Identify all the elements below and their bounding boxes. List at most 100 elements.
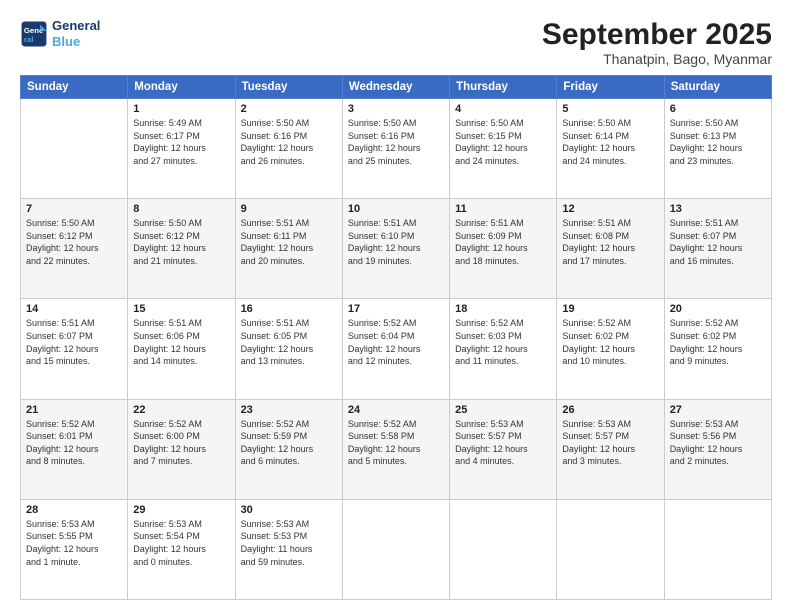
calendar-cell: 29Sunrise: 5:53 AM Sunset: 5:54 PM Dayli…: [128, 499, 235, 599]
cell-info: Sunrise: 5:53 AM Sunset: 5:53 PM Dayligh…: [241, 518, 337, 568]
calendar-cell: 3 Sunrise: 5:50 AM Sunset: 6:16 PM Daylig…: [342, 99, 449, 199]
cell-info: Sunrise: 5:52 AM Sunset: 6:02 PM Dayligh…: [562, 317, 658, 367]
logo-icon: Gene ral: [20, 20, 48, 48]
weekday-header-friday: Friday: [557, 76, 664, 99]
cell-info: Sunrise: 5:50 AM Sunset: 6:15 PM Dayligh…: [455, 117, 551, 167]
day-number: 27: [670, 404, 766, 416]
day-number: 24: [348, 404, 444, 416]
calendar-cell: [557, 499, 664, 599]
cell-info: Sunrise: 5:50 AM Sunset: 6:16 PM Dayligh…: [241, 117, 337, 167]
calendar-cell: 21 Sunrise: 5:52 AM Sunset: 6:01 PM Dayli…: [21, 399, 128, 499]
cell-info: Sunrise: 5:50 AM Sunset: 6:12 PM Dayligh…: [133, 217, 229, 267]
calendar-cell: [342, 499, 449, 599]
main-title: September 2025: [542, 18, 772, 51]
calendar-cell: 13 Sunrise: 5:51 AM Sunset: 6:07 PM Dayli…: [664, 199, 771, 299]
cell-info: Sunrise: 5:50 AM Sunset: 6:16 PM Dayligh…: [348, 117, 444, 167]
cell-info: Sunrise: 5:53 AM Sunset: 5:57 PM Dayligh…: [455, 418, 551, 468]
calendar-cell: 24 Sunrise: 5:52 AM Sunset: 5:58 PM Dayli…: [342, 399, 449, 499]
day-number: 19: [562, 303, 658, 315]
calendar-cell: 8 Sunrise: 5:50 AM Sunset: 6:12 PM Daylig…: [128, 199, 235, 299]
weekday-header-saturday: Saturday: [664, 76, 771, 99]
cell-info: Sunrise: 5:52 AM Sunset: 6:00 PM Dayligh…: [133, 418, 229, 468]
calendar: SundayMondayTuesdayWednesdayThursdayFrid…: [20, 75, 772, 600]
calendar-cell: 17Sunrise: 5:52 AM Sunset: 6:04 PM Dayli…: [342, 299, 449, 399]
day-number: 25: [455, 404, 551, 416]
weekday-header-monday: Monday: [128, 76, 235, 99]
calendar-cell: [450, 499, 557, 599]
cell-info: Sunrise: 5:51 AM Sunset: 6:10 PM Dayligh…: [348, 217, 444, 267]
calendar-cell: 20 Sunrise: 5:52 AM Sunset: 6:02 PM Dayli…: [664, 299, 771, 399]
logo: Gene ral General Blue: [20, 18, 100, 49]
day-number: 14: [26, 303, 122, 315]
week-row-2: 14 Sunrise: 5:51 AM Sunset: 6:07 PM Dayli…: [21, 299, 772, 399]
day-number: 5: [562, 103, 658, 115]
calendar-cell: 7 Sunrise: 5:50 AM Sunset: 6:12 PM Daylig…: [21, 199, 128, 299]
cell-info: Sunrise: 5:50 AM Sunset: 6:13 PM Dayligh…: [670, 117, 766, 167]
cell-info: Sunrise: 5:52 AM Sunset: 6:04 PM Dayligh…: [348, 317, 444, 367]
calendar-cell: 18 Sunrise: 5:52 AM Sunset: 6:03 PM Dayli…: [450, 299, 557, 399]
day-number: 12: [562, 203, 658, 215]
day-number: 10: [348, 203, 444, 215]
week-row-1: 7 Sunrise: 5:50 AM Sunset: 6:12 PM Daylig…: [21, 199, 772, 299]
calendar-cell: 26 Sunrise: 5:53 AM Sunset: 5:57 PM Dayli…: [557, 399, 664, 499]
day-number: 23: [241, 404, 337, 416]
day-number: 13: [670, 203, 766, 215]
calendar-cell: [664, 499, 771, 599]
week-row-3: 21 Sunrise: 5:52 AM Sunset: 6:01 PM Dayli…: [21, 399, 772, 499]
calendar-cell: 28Sunrise: 5:53 AM Sunset: 5:55 PM Dayli…: [21, 499, 128, 599]
day-number: 21: [26, 404, 122, 416]
calendar-cell: 27Sunrise: 5:53 AM Sunset: 5:56 PM Dayli…: [664, 399, 771, 499]
cell-info: Sunrise: 5:52 AM Sunset: 6:01 PM Dayligh…: [26, 418, 122, 468]
calendar-cell: 15Sunrise: 5:51 AM Sunset: 6:06 PM Dayli…: [128, 299, 235, 399]
calendar-cell: 5 Sunrise: 5:50 AM Sunset: 6:14 PM Daylig…: [557, 99, 664, 199]
weekday-header-thursday: Thursday: [450, 76, 557, 99]
calendar-cell: 10 Sunrise: 5:51 AM Sunset: 6:10 PM Dayli…: [342, 199, 449, 299]
day-number: 16: [241, 303, 337, 315]
calendar-cell: 25 Sunrise: 5:53 AM Sunset: 5:57 PM Dayli…: [450, 399, 557, 499]
day-number: 8: [133, 203, 229, 215]
cell-info: Sunrise: 5:51 AM Sunset: 6:08 PM Dayligh…: [562, 217, 658, 267]
week-row-4: 28Sunrise: 5:53 AM Sunset: 5:55 PM Dayli…: [21, 499, 772, 599]
cell-info: Sunrise: 5:50 AM Sunset: 6:12 PM Dayligh…: [26, 217, 122, 267]
top-section: Gene ral General Blue September 2025 Tha…: [20, 18, 772, 67]
calendar-cell: 16 Sunrise: 5:51 AM Sunset: 6:05 PM Dayli…: [235, 299, 342, 399]
cell-info: Sunrise: 5:52 AM Sunset: 5:59 PM Dayligh…: [241, 418, 337, 468]
day-number: 11: [455, 203, 551, 215]
calendar-cell: 9Sunrise: 5:51 AM Sunset: 6:11 PM Daylig…: [235, 199, 342, 299]
cell-info: Sunrise: 5:51 AM Sunset: 6:06 PM Dayligh…: [133, 317, 229, 367]
calendar-cell: 2Sunrise: 5:50 AM Sunset: 6:16 PM Daylig…: [235, 99, 342, 199]
day-number: 3: [348, 103, 444, 115]
day-number: 7: [26, 203, 122, 215]
cell-info: Sunrise: 5:51 AM Sunset: 6:07 PM Dayligh…: [670, 217, 766, 267]
svg-text:ral: ral: [24, 34, 34, 43]
cell-info: Sunrise: 5:52 AM Sunset: 5:58 PM Dayligh…: [348, 418, 444, 468]
logo-line1: General: [52, 18, 100, 34]
cell-info: Sunrise: 5:52 AM Sunset: 6:03 PM Dayligh…: [455, 317, 551, 367]
day-number: 28: [26, 504, 122, 516]
day-number: 18: [455, 303, 551, 315]
calendar-cell: 1 Sunrise: 5:49 AM Sunset: 6:17 PM Daylig…: [128, 99, 235, 199]
cell-info: Sunrise: 5:52 AM Sunset: 6:02 PM Dayligh…: [670, 317, 766, 367]
cell-info: Sunrise: 5:51 AM Sunset: 6:05 PM Dayligh…: [241, 317, 337, 367]
day-number: 26: [562, 404, 658, 416]
day-number: 9: [241, 203, 337, 215]
weekday-header-wednesday: Wednesday: [342, 76, 449, 99]
logo-line2: Blue: [52, 34, 100, 50]
day-number: 22: [133, 404, 229, 416]
weekday-header-tuesday: Tuesday: [235, 76, 342, 99]
cell-info: Sunrise: 5:53 AM Sunset: 5:57 PM Dayligh…: [562, 418, 658, 468]
week-row-0: 1 Sunrise: 5:49 AM Sunset: 6:17 PM Daylig…: [21, 99, 772, 199]
calendar-cell: 23 Sunrise: 5:52 AM Sunset: 5:59 PM Dayli…: [235, 399, 342, 499]
calendar-cell: [21, 99, 128, 199]
calendar-cell: 14 Sunrise: 5:51 AM Sunset: 6:07 PM Dayli…: [21, 299, 128, 399]
day-number: 20: [670, 303, 766, 315]
calendar-cell: 22 Sunrise: 5:52 AM Sunset: 6:00 PM Dayli…: [128, 399, 235, 499]
cell-info: Sunrise: 5:50 AM Sunset: 6:14 PM Dayligh…: [562, 117, 658, 167]
cell-info: Sunrise: 5:49 AM Sunset: 6:17 PM Dayligh…: [133, 117, 229, 167]
cell-info: Sunrise: 5:53 AM Sunset: 5:54 PM Dayligh…: [133, 518, 229, 568]
cell-info: Sunrise: 5:51 AM Sunset: 6:07 PM Dayligh…: [26, 317, 122, 367]
cell-info: Sunrise: 5:51 AM Sunset: 6:09 PM Dayligh…: [455, 217, 551, 267]
title-block: September 2025 Thanatpin, Bago, Myanmar: [542, 18, 772, 67]
day-number: 1: [133, 103, 229, 115]
calendar-cell: 30Sunrise: 5:53 AM Sunset: 5:53 PM Dayli…: [235, 499, 342, 599]
